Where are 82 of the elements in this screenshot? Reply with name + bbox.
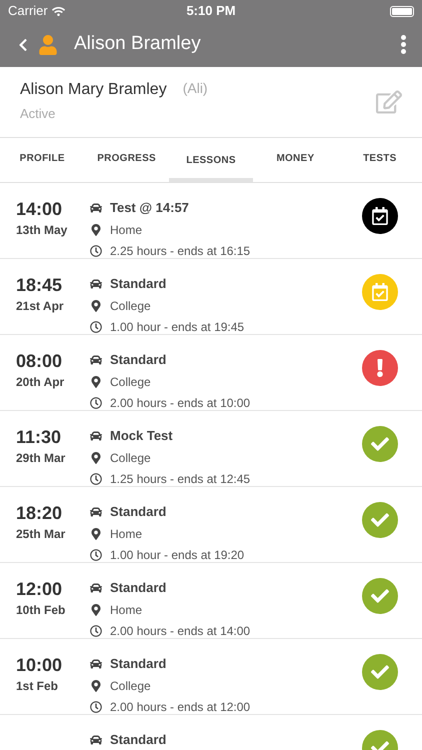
lesson-date: 13th May	[16, 222, 68, 238]
checkmark-icon	[362, 502, 398, 538]
car-icon	[90, 506, 102, 518]
lesson-date: 29th Mar	[16, 450, 66, 466]
lesson-type: Mock Test	[110, 427, 173, 445]
clock-icon	[90, 700, 102, 712]
lesson-location: Home	[110, 222, 142, 238]
clock-icon	[90, 624, 102, 636]
location-pin-icon	[90, 376, 102, 388]
clock-icon	[90, 244, 102, 256]
checkmark-icon	[362, 426, 398, 462]
edit-icon	[376, 89, 402, 115]
car-icon	[90, 582, 102, 594]
lesson-type: Standard	[110, 503, 166, 521]
lesson-time: 12:00	[16, 578, 64, 600]
lesson-time: 08:00	[16, 350, 64, 372]
lesson-time: 11:30	[16, 426, 62, 448]
lesson-duration: 1.00 hour - ends at 19:45	[110, 318, 244, 336]
lesson-duration: 1.25 hours - ends at 12:45	[110, 470, 250, 488]
lesson-location: College	[110, 678, 151, 694]
nav-title: Alison Bramley	[74, 32, 202, 56]
clock-time: 5:10 PM	[186, 2, 236, 20]
clock-icon	[90, 396, 102, 408]
tab[interactable]: TESTS	[338, 138, 422, 182]
lesson-time: 18:45	[16, 274, 64, 296]
lesson-type: Standard	[110, 275, 166, 293]
location-pin-icon	[90, 224, 102, 236]
lesson-duration: 2.00 hours - ends at 14:00	[110, 622, 250, 640]
checkmark-icon	[362, 578, 398, 614]
lesson-location: College	[110, 374, 151, 390]
car-icon	[90, 430, 102, 442]
battery-icon	[390, 6, 414, 16]
more-options-icon	[401, 35, 406, 54]
carrier-label: Carrier	[8, 2, 48, 20]
nickname: (Ali)	[182, 79, 208, 98]
lesson-time: 18:20	[16, 502, 64, 524]
car-icon	[90, 734, 102, 746]
lesson-date: 1st Feb	[16, 678, 60, 694]
clock-icon	[90, 472, 102, 484]
lesson-duration: 1.00 hour - ends at 19:20	[110, 546, 244, 564]
lesson-type: Standard	[110, 731, 166, 749]
lesson-location: College	[110, 450, 151, 466]
lesson-time: 14:00	[16, 198, 64, 220]
car-icon	[90, 658, 102, 670]
calendar-check-icon	[362, 198, 398, 234]
lesson-type: Standard	[110, 351, 166, 369]
more-options-button[interactable]	[401, 35, 406, 54]
tab[interactable]: PROGRESS	[84, 138, 169, 182]
location-pin-icon	[90, 604, 102, 616]
clock-icon	[90, 320, 102, 332]
car-icon	[90, 278, 102, 290]
exclamation-icon	[362, 350, 398, 386]
lesson-type: Standard	[110, 655, 166, 673]
lesson-duration: 2.00 hours - ends at 12:00	[110, 698, 250, 716]
lesson-time: 10:00	[16, 654, 64, 676]
lesson-location: Home	[110, 602, 142, 618]
location-pin-icon	[90, 300, 102, 312]
location-pin-icon	[90, 680, 102, 692]
lesson-date: 10th Feb	[16, 602, 66, 618]
checkmark-icon	[362, 654, 398, 690]
lesson-date: 21st Apr	[16, 298, 65, 314]
lesson-date: 25th Mar	[16, 526, 66, 542]
car-icon	[90, 202, 102, 214]
car-icon	[90, 354, 102, 366]
tab[interactable]: LESSONS	[168, 138, 254, 182]
lesson-type: Standard	[110, 579, 166, 597]
status-label: Active	[20, 106, 56, 121]
location-pin-icon	[90, 452, 102, 464]
calendar-check-icon	[362, 274, 398, 310]
clock-icon	[90, 548, 102, 560]
tab[interactable]: PROFILE	[0, 138, 84, 182]
wifi-icon	[52, 4, 65, 18]
lesson-location: Home	[110, 526, 142, 542]
lesson-date: 20th Apr	[16, 374, 66, 390]
lesson-type: Test @ 14:57	[110, 199, 189, 217]
tab[interactable]: MONEY	[253, 138, 338, 182]
lesson-duration: 2.25 hours - ends at 16:15	[110, 242, 250, 260]
lesson-duration: 2.00 hours - ends at 10:00	[110, 394, 250, 412]
location-pin-icon	[90, 528, 102, 540]
person-icon	[38, 34, 58, 54]
full-name: Alison Mary Bramley	[20, 80, 167, 100]
lesson-location: College	[110, 298, 151, 314]
